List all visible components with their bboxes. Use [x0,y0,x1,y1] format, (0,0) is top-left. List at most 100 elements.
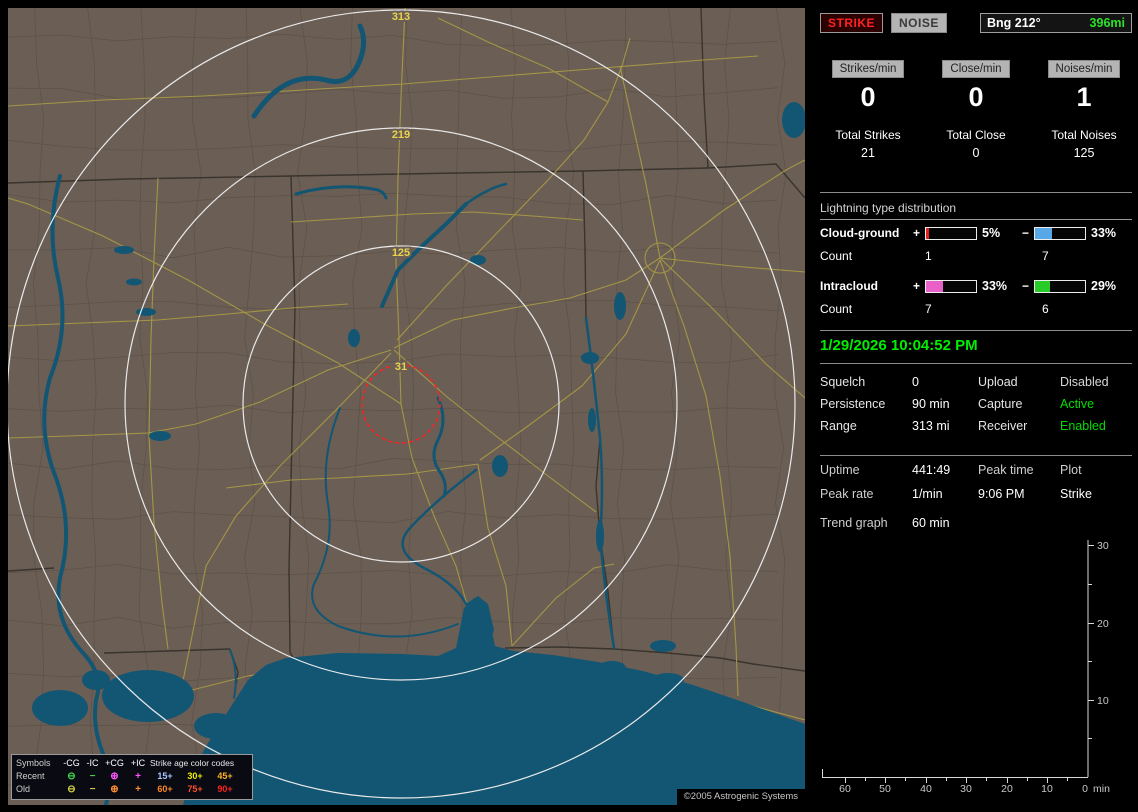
ic-positive-bar [925,279,977,293]
plot-value: Strike [1060,487,1092,501]
x-tick-0: 0 [1082,783,1088,795]
capture-status: Active [1060,397,1095,411]
legend-col-pos-ic: +IC [130,758,146,768]
strikes-rate-column: Strikes/min 0 Total Strikes 21 [814,60,922,160]
noise-toggle-button[interactable]: NOISE [891,13,947,33]
strikes-per-min-value: 0 [860,82,876,112]
y-tick-30: 30 [1097,540,1109,552]
ring-label-313: 313 [392,11,410,23]
legend-col-neg-cg: -CG [63,758,80,768]
ic-negative-count: 6 [1042,302,1049,316]
settings-grid: Squelch 0 Upload Disabled Persistence 90… [820,375,1132,434]
status-panel: STRIKE NOISE Bng 212° 396mi Strikes/min … [814,0,1138,812]
trend-axis-labels: 30 20 10 60 50 40 30 20 10 0 min [839,540,1110,795]
close-per-min-value: 0 [968,82,984,112]
x-tick-60: 60 [839,783,851,795]
cg-positive-percent: 5% [982,226,1001,240]
minus-sign: − [1022,279,1030,293]
strike-toggle-button[interactable]: STRIKE [820,13,884,33]
total-close-value: 0 [972,146,980,160]
cg-negative-bar [1034,226,1086,240]
copyright-notice: ©2005 Astrogenic Systems [676,789,805,805]
peak-rate-value: 1/min [912,487,943,501]
legend-col-pos-cg: +CG [105,758,124,768]
x-tick-10: 10 [1041,783,1053,795]
plus-sign: + [913,279,921,293]
cg-positive-bar [925,226,977,240]
x-tick-30: 30 [960,783,972,795]
mode-toolbar: STRIKE NOISE Bng 212° 396mi [820,13,1132,33]
close-rate-column: Close/min 0 Total Close 0 [922,60,1030,160]
cloud-ground-label: Cloud-ground [820,226,900,240]
uptime-value: 441:49 [912,463,951,477]
total-strikes-value: 21 [861,146,875,160]
intracloud-row: Intracloud + 33% − 29% [820,278,1132,294]
ic-negative-percent: 29% [1091,279,1117,293]
squelch-value: 0 [912,375,919,389]
old-neg-ic-icon: − [89,784,96,795]
strikes-per-min-badge: Strikes/min [831,60,905,78]
range-label: Range [820,419,857,433]
rate-counters: Strikes/min 0 Total Strikes 21 Close/min… [814,60,1138,160]
map-legend: Symbols -CG -IC +CG +IC Strike age color… [11,754,253,800]
age-90: 90+ [217,784,233,794]
total-noises-label: Total Noises [1051,128,1117,142]
trend-graph-canvas: 30 20 10 60 50 40 30 20 10 0 min [822,540,1110,795]
plus-sign: + [913,226,921,240]
separator [820,363,1132,364]
cg-negative-count: 7 [1042,249,1049,263]
ring-label-125: 125 [392,247,410,259]
x-tick-50: 50 [879,783,891,795]
noises-per-min-value: 1 [1076,82,1092,112]
age-60: 60+ [157,784,173,794]
legend-col-neg-ic: -IC [86,758,99,768]
upload-status: Disabled [1060,375,1109,389]
separator [820,455,1132,456]
noises-rate-column: Noises/min 1 Total Noises 125 [1030,60,1138,160]
recent-neg-cg-icon: ⊖ [67,771,76,782]
cg-negative-percent: 33% [1091,226,1117,240]
cloud-ground-count-row: Count 1 7 [820,249,1132,265]
cg-positive-count: 1 [925,249,932,263]
total-strikes-label: Total Strikes [835,128,901,142]
trend-axes [822,540,1094,783]
trend-caption: Trend graph 60 min [820,516,950,530]
old-pos-ic-icon: + [135,784,141,795]
bearing-readout: Bng 212° 396mi [980,13,1132,33]
squelch-label: Squelch [820,375,866,389]
legend-recent-label: Recent [16,771,45,781]
trend-graph: 30 20 10 60 50 40 30 20 10 0 min [814,535,1138,807]
trend-graph-value: 60 min [912,516,950,530]
persistence-label: Persistence [820,397,886,411]
intracloud-label: Intracloud [820,279,879,293]
receiver-label: Receiver [978,419,1028,433]
lightning-distribution: Cloud-ground + 5% − 33% Count 1 7 Intrac… [820,225,1132,331]
ic-positive-percent: 33% [982,279,1008,293]
minus-sign: − [1022,226,1030,240]
total-noises-value: 125 [1073,146,1095,160]
old-pos-cg-icon: ⊕ [110,784,119,795]
recent-neg-ic-icon: − [89,771,96,782]
x-axis-unit: min [1093,783,1110,795]
peak-time-value: 9:06 PM [978,487,1025,501]
legend-symbols-header: Symbols [16,758,51,768]
count-label: Count [820,249,853,263]
persistence-value: 90 min [912,397,950,411]
age-15: 15+ [157,771,173,781]
y-tick-20: 20 [1097,618,1109,630]
radar-map[interactable]: 313 219 125 31 Symbols -CG -IC +CG +IC S… [8,8,805,805]
recent-pos-ic-icon: + [135,771,141,782]
age-45: 45+ [217,771,233,781]
distribution-title: Lightning type distribution [820,201,1132,220]
age-75: 75+ [187,784,203,794]
y-tick-10: 10 [1097,695,1109,707]
peak-time-label: Peak time [978,463,1034,477]
old-neg-cg-icon: ⊖ [67,784,76,795]
legend-age-header: Strike age color codes [150,758,235,768]
radar-map-canvas: 313 219 125 31 [8,8,805,805]
bearing-value: Bng 212° [987,16,1041,30]
age-30: 30+ [187,771,203,781]
capture-label: Capture [978,397,1023,411]
clock: 1/29/2026 10:04:52 PM [820,337,978,354]
separator [820,192,1132,193]
